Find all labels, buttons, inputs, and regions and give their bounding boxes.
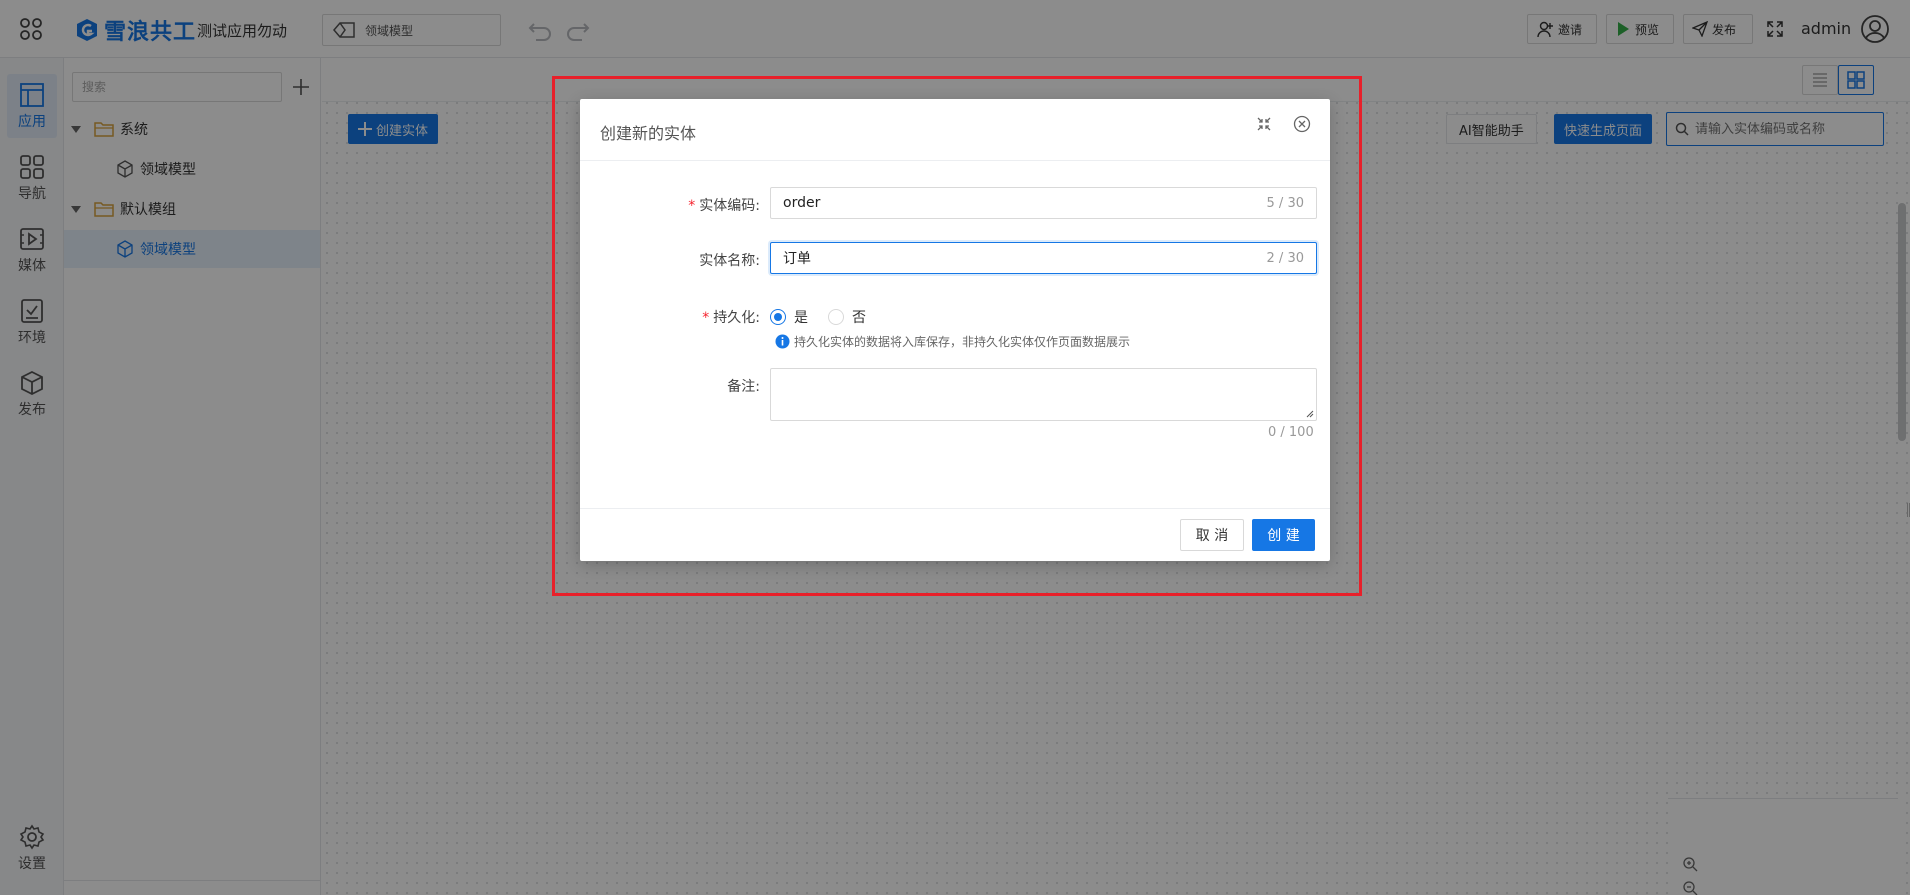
code-label: * 实体编码: xyxy=(688,198,760,214)
minimize-icon[interactable] xyxy=(1256,116,1272,132)
entity-code-input[interactable]: order 5 / 30 xyxy=(770,187,1317,219)
close-icon[interactable] xyxy=(1293,115,1311,133)
entity-name-count: 2 / 30 xyxy=(1266,250,1304,266)
persist-no-label[interactable]: 否 xyxy=(852,307,866,327)
dialog-title: 创建新的实体 xyxy=(600,124,697,143)
entity-name-input[interactable]: 订单 2 / 30 xyxy=(770,242,1317,274)
persist-radio-group: 是 否 xyxy=(770,307,866,327)
info-icon xyxy=(775,334,790,349)
dialog-header: 创建新的实体 xyxy=(580,99,1330,161)
create-button[interactable]: 创 建 xyxy=(1252,519,1315,551)
persist-hint-text: 持久化实体的数据将入库保存，非持久化实体仅作页面数据展示 xyxy=(794,335,1131,349)
create-entity-dialog: 创建新的实体 * 实体编码: order 5 / 30 实体名称: 订单 2 / … xyxy=(580,99,1330,561)
resize-grip-icon[interactable] xyxy=(1304,408,1314,418)
persist-yes-radio[interactable] xyxy=(770,309,786,325)
entity-code-count: 5 / 30 xyxy=(1266,195,1304,211)
entity-name-value: 订单 xyxy=(783,251,811,267)
entity-code-value: order xyxy=(783,195,821,211)
cancel-button[interactable]: 取 消 xyxy=(1180,519,1244,551)
name-label: 实体名称: xyxy=(699,253,760,269)
remark-textarea[interactable] xyxy=(770,368,1317,421)
persist-hint: 持久化实体的数据将入库保存，非持久化实体仅作页面数据展示 xyxy=(775,333,1130,350)
dialog-footer: 取 消 创 建 xyxy=(580,508,1330,561)
persist-yes-label[interactable]: 是 xyxy=(794,307,808,327)
remark-count: 0 / 100 xyxy=(1268,425,1314,440)
remark-label: 备注: xyxy=(727,379,760,395)
persist-label: * 持久化: xyxy=(702,310,760,326)
persist-no-radio[interactable] xyxy=(828,309,844,325)
